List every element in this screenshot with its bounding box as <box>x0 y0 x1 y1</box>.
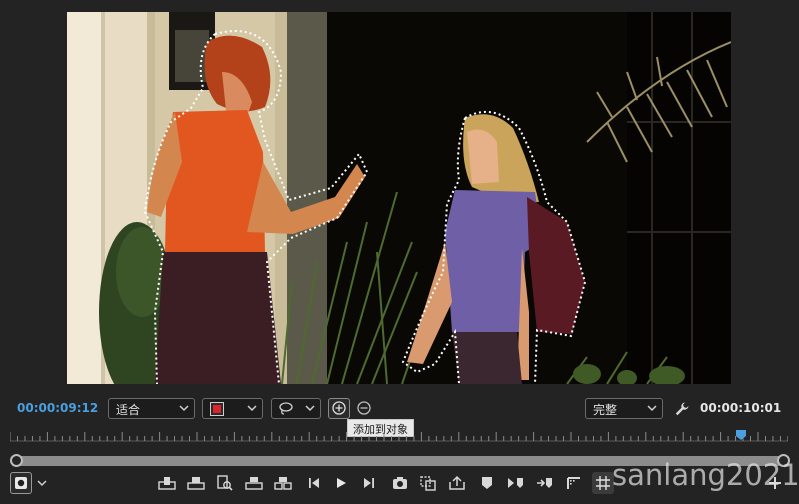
playhead-marker-icon[interactable] <box>736 430 746 440</box>
play-icon <box>337 478 346 488</box>
marker-icon <box>482 477 492 489</box>
video-frame[interactable] <box>67 12 731 384</box>
add-marker-button[interactable] <box>477 474 497 492</box>
export-icon <box>449 475 465 490</box>
export-button[interactable] <box>447 474 467 492</box>
lasso-icon <box>279 402 293 415</box>
grid-button[interactable] <box>592 472 614 494</box>
plus-circle-icon <box>332 401 346 415</box>
mark-out-button[interactable] <box>535 474 555 492</box>
export-frame-button[interactable] <box>390 474 410 492</box>
step-forward-icon <box>364 478 374 488</box>
selection-tool-dropdown[interactable] <box>271 398 321 419</box>
playback-resolution-dropdown[interactable]: 完整 <box>585 398 663 419</box>
extract-icon <box>274 477 292 490</box>
current-timecode[interactable]: 00:00:09:12 <box>17 401 98 415</box>
lift-button[interactable] <box>244 474 264 492</box>
insert-button[interactable] <box>157 474 177 492</box>
fit-dropdown-label: 适合 <box>116 403 141 417</box>
playback-resolution-label: 完整 <box>593 403 618 417</box>
step-back-icon <box>309 478 319 488</box>
extract-button[interactable] <box>273 474 293 492</box>
program-monitor <box>0 0 799 395</box>
step-forward-button[interactable] <box>359 474 379 492</box>
camera-icon <box>393 477 407 489</box>
duration-timecode: 00:00:10:01 <box>700 401 782 415</box>
mark-out-icon <box>537 478 552 488</box>
wrench-icon[interactable] <box>674 401 690 417</box>
settings-button[interactable] <box>10 472 32 494</box>
export-frame-search-button[interactable] <box>215 474 235 492</box>
comparison-view-button[interactable] <box>418 474 438 492</box>
fit-dropdown[interactable]: 适合 <box>108 398 195 419</box>
grid-icon <box>596 476 610 490</box>
search-icon <box>217 475 233 491</box>
add-to-object-button[interactable] <box>328 398 350 419</box>
overwrite-button[interactable] <box>186 474 206 492</box>
chevron-down-icon <box>647 405 657 412</box>
play-button[interactable] <box>331 474 351 492</box>
chevron-down-icon <box>305 405 315 412</box>
mark-in-button[interactable] <box>506 474 526 492</box>
watermark: sanlang2021 <box>612 458 799 492</box>
insert-icon <box>158 477 176 490</box>
overwrite-icon <box>187 477 205 490</box>
chevron-down-icon <box>247 405 257 412</box>
video-frame-image <box>67 12 731 384</box>
chevron-down-icon <box>179 405 189 412</box>
time-ruler[interactable] <box>10 428 788 442</box>
minus-circle-icon[interactable] <box>356 400 372 416</box>
mask-mode-dropdown[interactable] <box>202 398 263 419</box>
safe-margins-icon <box>567 477 580 489</box>
record-square-icon <box>15 477 27 489</box>
chevron-down-icon[interactable] <box>37 478 47 488</box>
zoom-handle-left[interactable] <box>10 454 23 467</box>
step-back-button[interactable] <box>304 474 324 492</box>
safe-margins-button[interactable] <box>564 474 584 492</box>
mark-in-icon <box>508 478 523 488</box>
mask-overlay-icon <box>210 402 224 416</box>
compare-icon <box>420 476 436 491</box>
lift-icon <box>245 477 263 490</box>
